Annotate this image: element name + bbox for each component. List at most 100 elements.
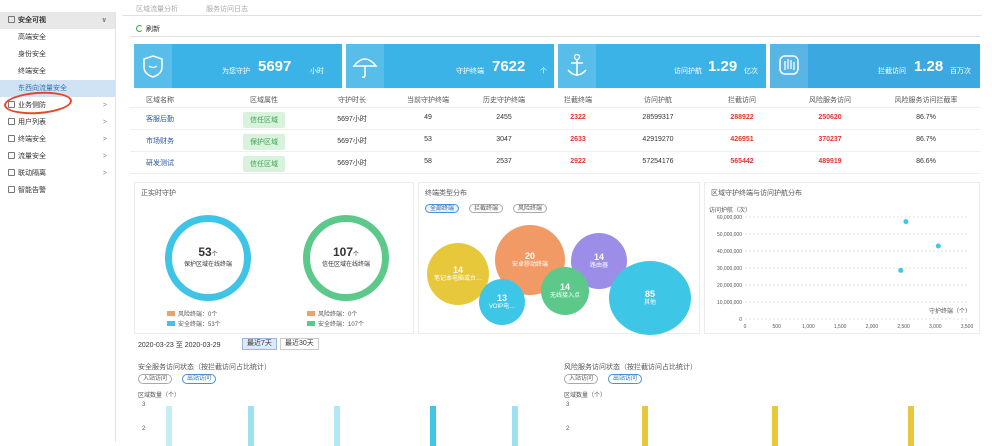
sidebar-item-smart-alert[interactable]: 智能告警 bbox=[0, 182, 115, 199]
scatter-point[interactable] bbox=[898, 267, 904, 273]
table-row: 客服后勤 信任区域 5697小时 49 2455 2322 28599317 2… bbox=[130, 108, 980, 130]
chevron-right-icon: > bbox=[102, 136, 107, 143]
card-unit: 亿次 bbox=[744, 68, 758, 75]
card-value: 7622 bbox=[492, 58, 526, 75]
legend-safe: 安全终端：53个 bbox=[167, 319, 221, 328]
panel-title: 终端类型分布 bbox=[425, 190, 467, 197]
stat-card-blocked-access: 拦截访问 1.28 百万次 bbox=[770, 44, 980, 88]
table-row: 研发测试 信任区域 5697小时 58 2537 2922 57254176 5… bbox=[130, 152, 980, 174]
tab-inbound[interactable]: 入站访问 bbox=[564, 374, 599, 384]
legend-risk: 风险终端：0个 bbox=[167, 309, 217, 318]
chevron-down-icon: ∨ bbox=[101, 17, 107, 24]
tab-service-log[interactable]: 服务访问日志 bbox=[206, 4, 248, 14]
last-7-days-button[interactable]: 最近7天 bbox=[242, 338, 277, 350]
monitor-icon bbox=[8, 135, 15, 142]
card-unit: 百万次 bbox=[950, 68, 971, 75]
divider bbox=[130, 36, 980, 37]
scatter-chart: 访问护航（次） 守护终端（个） 60,000,000 50,000,000 40,0… bbox=[709, 206, 974, 330]
user-icon bbox=[8, 118, 15, 125]
card-unit: 个 bbox=[540, 68, 547, 75]
zone-name-link[interactable]: 客服后勤 bbox=[146, 114, 174, 124]
sidebar-item-endpoint-security[interactable]: 终端安全 bbox=[0, 63, 115, 80]
hand-stop-icon bbox=[779, 55, 799, 75]
y-tick-label: 0 bbox=[739, 317, 742, 323]
card-label: 拦截访问 bbox=[878, 68, 906, 75]
refresh-icon bbox=[136, 25, 143, 32]
bell-icon bbox=[8, 186, 15, 193]
y-tick: 2 bbox=[566, 426, 570, 432]
sidebar-item-linkage-isolation[interactable]: 联动隔离 > bbox=[0, 165, 115, 182]
zone-badge: 保护区域 bbox=[243, 134, 285, 150]
card-unit: 小时 bbox=[310, 68, 324, 75]
ring-value: 107个 信任区域在线终端 bbox=[321, 245, 370, 268]
sidebar-item-user-list[interactable]: 用户列表 > bbox=[0, 114, 115, 131]
table-row: 市场财务 保护区域 5697小时 53 3047 2633 42919270 4… bbox=[130, 130, 980, 152]
card-value: 5697 bbox=[258, 58, 292, 75]
zone-name-link[interactable]: 市场财务 bbox=[146, 136, 174, 146]
y-tick-label: 60,000,000 bbox=[717, 215, 742, 221]
filter-all-terminals[interactable]: 全部终端 bbox=[425, 204, 460, 213]
ring-value: 53个 保护区域在线终端 bbox=[183, 245, 232, 268]
sidebar-item-edge-security[interactable]: 高端安全 bbox=[0, 29, 115, 46]
bubble-other[interactable]: 85 其他 bbox=[609, 261, 691, 335]
x-tick-label: 2,000 bbox=[866, 324, 879, 330]
y-axis-label: 区域数量（个） bbox=[138, 393, 181, 399]
tab-area-traffic[interactable]: 区域流量分析 bbox=[136, 4, 178, 14]
sidebar-item-terminal-security[interactable]: 终端安全 > bbox=[0, 131, 115, 148]
stat-card-access-escort: 访问护航 1.29 亿次 bbox=[558, 44, 766, 88]
y-tick-label: 40,000,000 bbox=[717, 249, 742, 255]
x-tick-label: 2,500 bbox=[897, 324, 910, 330]
protect-panel: 正实时守护 53个 保护区域在线终端 107个 信任区域在线终端 风险终端：0个 安… bbox=[134, 182, 414, 334]
stat-card-guard-hours: 为您守护 5697 小时 bbox=[134, 44, 342, 88]
sidebar-item-security-visual[interactable]: 安全可视 ∨ bbox=[0, 12, 115, 29]
card-label: 为您守护 bbox=[222, 68, 250, 75]
y-tick-label: 30,000,000 bbox=[717, 266, 742, 272]
tab-outbound[interactable]: 出站访问 bbox=[182, 374, 217, 384]
y-tick-label: 20,000,000 bbox=[717, 283, 742, 289]
scatter-point[interactable] bbox=[903, 219, 909, 225]
card-value: 1.28 bbox=[914, 58, 944, 75]
shield-icon bbox=[143, 55, 163, 78]
panel-title: 正实时守护 bbox=[141, 190, 176, 197]
tab-outbound[interactable]: 出站访问 bbox=[608, 374, 643, 384]
x-axis-label: 守护终端（个） bbox=[929, 307, 971, 315]
filter-blocked-terminals[interactable]: 拦截终端 bbox=[469, 204, 504, 213]
x-tick-label: 3,500 bbox=[961, 324, 974, 330]
bar bbox=[430, 406, 436, 446]
bar bbox=[908, 406, 914, 446]
zone-table: 区域名称 区域属性 守护时长 当前守护终端 历史守护终端 拦截终端 访问护航 拦… bbox=[130, 90, 980, 174]
x-tick-label: 500 bbox=[773, 324, 782, 330]
app-window: 区域流量分析 服务访问日志 安全可视 ∨ 高端安全 身份安全 终端安全 东西向流量… bbox=[0, 0, 992, 446]
table-header: 区域名称 区域属性 守护时长 当前守护终端 历史守护终端 拦截终端 访问护航 拦… bbox=[130, 90, 980, 108]
y-axis-label: 区域数量（个） bbox=[564, 393, 607, 399]
scatter-point[interactable] bbox=[935, 243, 941, 249]
tab-inbound[interactable]: 入站访问 bbox=[138, 374, 173, 384]
bubble-voip[interactable]: 13 VOIP电… bbox=[479, 279, 525, 325]
y-tick-label: 50,000,000 bbox=[717, 232, 742, 238]
card-value: 1.29 bbox=[708, 58, 738, 75]
filter-risk-terminals[interactable]: 风险终端 bbox=[513, 204, 548, 213]
refresh-button[interactable]: 刷新 bbox=[136, 24, 160, 34]
main-content: 刷新 为您守护 5697 小时 守护终端 7622 个 访问护航 1.29 亿次… bbox=[130, 18, 980, 446]
zone-badge: 信任区域 bbox=[243, 156, 285, 172]
zone-badge: 信任区域 bbox=[243, 112, 285, 128]
bar bbox=[642, 406, 648, 446]
anchor-icon bbox=[567, 53, 587, 76]
traffic-icon bbox=[8, 152, 15, 159]
zone-name-link[interactable]: 研发测试 bbox=[146, 158, 174, 168]
sidebar-item-traffic-security[interactable]: 流量安全 > bbox=[0, 148, 115, 165]
bubble-wireless-ap[interactable]: 14 无线接入点 bbox=[541, 267, 589, 315]
last-30-days-button[interactable]: 最近30天 bbox=[280, 338, 319, 350]
x-tick-label: 1,500 bbox=[834, 324, 847, 330]
link-icon bbox=[8, 169, 15, 176]
risk-service-title: 风险服务访问状态（按拦截访问占比统计） bbox=[564, 364, 697, 371]
bar bbox=[772, 406, 778, 446]
tab-bar: 区域流量分析 服务访问日志 bbox=[122, 0, 982, 16]
scatter-chart-panel: 区域守护终端与访问护航分布 访问护航（次） 守护终端（个） 60,000,000… bbox=[704, 182, 980, 334]
eye-icon bbox=[8, 16, 15, 23]
y-tick: 3 bbox=[142, 402, 146, 408]
sidebar-item-identity-security[interactable]: 身份安全 bbox=[0, 46, 115, 63]
card-label: 访问护航 bbox=[674, 68, 702, 75]
y-axis-label: 访问护航（次） bbox=[709, 206, 751, 214]
date-range-text[interactable]: 2020-03-23 至 2020-03-29 bbox=[138, 340, 221, 350]
